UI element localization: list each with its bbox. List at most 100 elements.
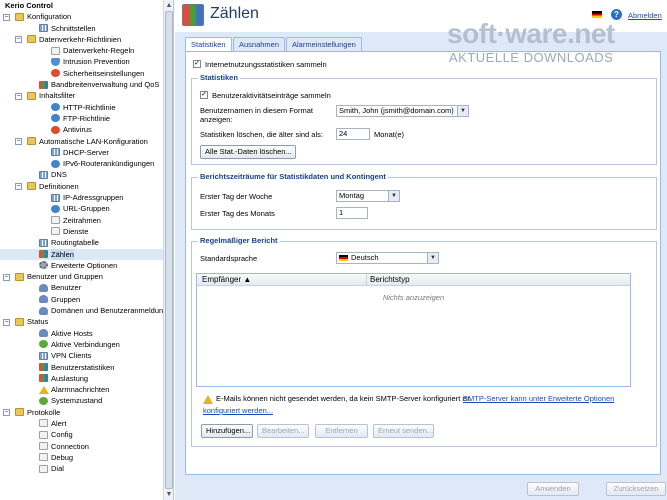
sidebar-item[interactable]: − Automatische LAN-Konfiguration <box>0 136 163 147</box>
edit-recipient-button[interactable]: Bearbeiten... <box>257 424 309 438</box>
column-separator[interactable] <box>366 274 367 286</box>
sidebar-scrollbar[interactable]: ▲ ▼ <box>163 0 173 500</box>
sidebar-item-label: Systemzustand <box>51 396 103 406</box>
sidebar-item[interactable]: Bandbreitenverwaltung und QoS <box>0 79 163 90</box>
sidebar-item[interactable]: Intrusion Prevention <box>0 56 163 67</box>
sidebar-item-label: Alert <box>51 418 67 428</box>
delete-all-stats-button[interactable]: Alle Stat.-Daten löschen... <box>200 145 296 159</box>
first-day-month-input[interactable]: 1 <box>336 207 368 219</box>
sidebar-item[interactable]: Zählen <box>0 248 163 260</box>
sidebar-item[interactable]: − Status <box>0 316 163 327</box>
sidebar-item[interactable]: Aktive Verbindungen <box>0 339 163 350</box>
sidebar-item[interactable]: Domänen und Benutzeranmeldung <box>0 305 167 316</box>
footer-bar: Anwenden Zurücksetzen <box>175 480 667 500</box>
sidebar-item[interactable]: − Datenverkehr-Richtlinien <box>0 34 163 45</box>
tab-alarmeinstellungen[interactable]: Alarmeinstellungen <box>286 37 362 51</box>
default-language-select[interactable]: Deutsch ▼ <box>336 252 439 264</box>
scrollbar-thumb[interactable] <box>165 11 173 489</box>
sidebar-item[interactable]: − Protokolle <box>0 407 163 418</box>
sidebar-item[interactable]: Connection <box>0 441 163 452</box>
sidebar-item[interactable]: − Benutzer und Gruppen <box>0 271 163 282</box>
sidebar-item[interactable]: Routingtabelle <box>0 237 163 248</box>
collapse-toggle-icon[interactable]: − <box>15 183 22 191</box>
folder-icon <box>15 272 24 281</box>
sidebar-item[interactable]: Dial <box>0 463 163 474</box>
collapse-toggle-icon[interactable]: − <box>3 409 10 417</box>
sidebar-item[interactable]: Benutzer <box>0 282 163 293</box>
sidebar-item[interactable]: Auslastung <box>0 373 163 384</box>
sidebar-item[interactable]: − Inhaltsfilter <box>0 90 163 101</box>
sidebar-item[interactable]: Kerio Control <box>0 0 163 11</box>
sidebar-item[interactable]: Alarmnachrichten <box>0 384 163 395</box>
column-report-type[interactable]: Berichtstyp <box>370 275 410 284</box>
chevron-down-icon[interactable]: ▼ <box>457 106 468 116</box>
collect-stats-checkbox[interactable]: ✓ <box>193 60 201 68</box>
remove-recipient-button[interactable]: Entfernen <box>315 424 368 438</box>
page-icon <box>39 419 48 428</box>
globe-icon <box>51 159 60 168</box>
sidebar-item[interactable]: Alert <box>0 418 163 429</box>
smtp-settings-link[interactable]: SMTP-Server kann unter Erweiterte Option… <box>463 394 614 403</box>
sidebar-item[interactable]: Gruppen <box>0 294 163 305</box>
sidebar-item[interactable]: VPN Clients <box>0 350 163 361</box>
sidebar-item-label: VPN Clients <box>51 351 92 361</box>
reset-button[interactable]: Zurücksetzen <box>606 482 666 496</box>
sidebar-item[interactable]: FTP-Richtlinie <box>0 113 163 124</box>
chevron-down-icon[interactable]: ▼ <box>427 253 438 263</box>
sidebar-item[interactable]: DHCP-Server <box>0 147 163 158</box>
first-day-week-select[interactable]: Montag ▼ <box>336 190 400 202</box>
folder-icon <box>15 408 24 417</box>
sidebar-item[interactable]: Antivirus <box>0 124 163 135</box>
tab-ausnahmen[interactable]: Ausnahmen <box>233 37 286 51</box>
sidebar-item[interactable]: Benutzerstatistiken <box>0 362 163 373</box>
sidebar-item[interactable]: Dienste <box>0 226 163 237</box>
apply-button[interactable]: Anwenden <box>527 482 579 496</box>
user-activity-checkbox[interactable]: ✓ <box>200 91 208 99</box>
scroll-down-arrow-icon[interactable]: ▼ <box>165 490 173 499</box>
collapse-toggle-icon[interactable]: − <box>3 13 10 21</box>
chart-icon <box>39 374 48 383</box>
sidebar-item[interactable]: IP-Adressgruppen <box>0 192 163 203</box>
sidebar-item-label: Connection <box>51 441 89 451</box>
sidebar-item[interactable]: − Konfiguration <box>0 11 163 22</box>
collapse-toggle-icon[interactable]: − <box>3 318 10 326</box>
sidebar-item[interactable]: Debug <box>0 452 163 463</box>
sidebar-item[interactable]: Sicherheitseinstellungen <box>0 68 163 79</box>
sidebar-item[interactable]: Datenverkehr-Regeln <box>0 45 163 56</box>
collapse-toggle-icon[interactable]: − <box>3 273 10 281</box>
sidebar-item[interactable]: − Definitionen <box>0 181 163 192</box>
language-flag-icon[interactable] <box>592 11 602 18</box>
sidebar-item[interactable]: HTTP-Richtlinie <box>0 102 163 113</box>
chevron-down-icon[interactable]: ▼ <box>388 191 399 201</box>
sidebar-item[interactable]: Erweiterte Optionen <box>0 260 163 271</box>
sidebar-item-label: Benutzer <box>51 283 82 293</box>
sidebar-item-label: Schnittstellen <box>51 23 96 33</box>
delete-older-input[interactable]: 24 <box>336 128 370 140</box>
sidebar-item[interactable]: DNS <box>0 169 163 180</box>
collapse-toggle-icon[interactable]: − <box>15 92 22 100</box>
column-recipient[interactable]: Empfänger ▲ <box>202 275 251 284</box>
smtp-settings-link-2[interactable]: konfiguriert werden... <box>203 406 273 415</box>
sidebar-item-label: HTTP-Richtlinie <box>63 102 116 112</box>
resend-report-button[interactable]: Erneut senden... <box>373 424 434 438</box>
sidebar-item[interactable]: Config <box>0 429 163 440</box>
sidebar-item[interactable]: Zeitrahmen <box>0 215 163 226</box>
sidebar-item[interactable]: Schnittstellen <box>0 23 163 34</box>
main-content: Zählen ? Abmelden Statistiken Ausnahmen … <box>175 0 667 500</box>
collapse-toggle-icon[interactable]: − <box>15 138 22 146</box>
username-format-select[interactable]: Smith, John (jsmith@domain.com) ▼ <box>336 105 469 117</box>
sidebar-item[interactable]: Aktive Hosts <box>0 328 163 339</box>
german-flag-icon <box>339 255 348 261</box>
sidebar-item[interactable]: URL-Gruppen <box>0 203 163 214</box>
chart-icon <box>39 250 48 259</box>
sidebar-item-label: IP-Adressgruppen <box>63 193 124 203</box>
sidebar-item[interactable]: IPv6-Routerankündigungen <box>0 158 163 169</box>
tab-statistiken[interactable]: Statistiken <box>185 37 232 52</box>
sidebar-item[interactable]: Systemzustand <box>0 395 163 406</box>
first-day-week-label: Erster Tag der Woche <box>200 192 273 201</box>
scroll-up-arrow-icon[interactable]: ▲ <box>165 1 173 10</box>
watermark-subtext: AKTUELLE DOWNLOADS <box>449 50 614 65</box>
collapse-toggle-icon[interactable]: − <box>15 36 22 44</box>
add-recipient-button[interactable]: Hinzufügen... <box>201 424 253 438</box>
watermark-text: soft·ware.net <box>447 18 615 49</box>
